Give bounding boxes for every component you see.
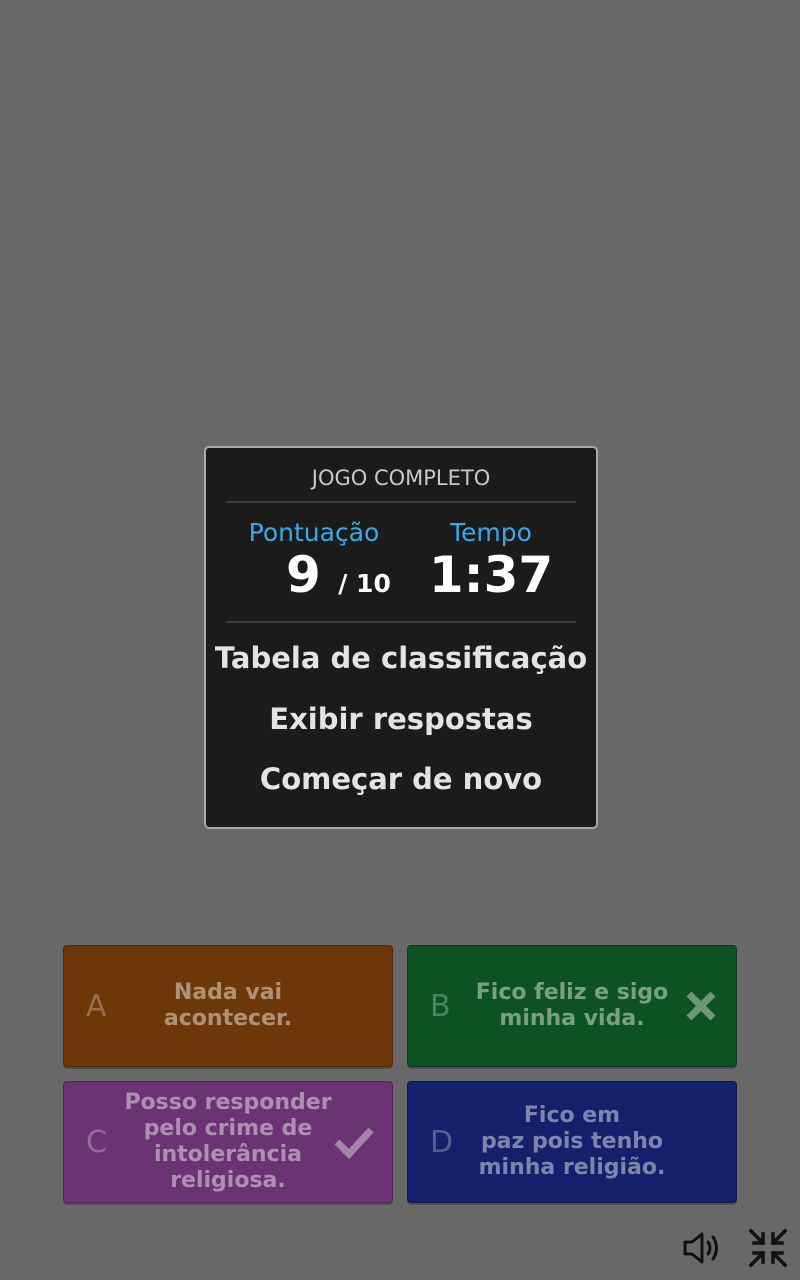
speaker-icon[interactable] (681, 1228, 723, 1268)
answer-a-button[interactable]: A Nada vai acontecer. (63, 945, 393, 1067)
restart-link[interactable]: Começar de novo (206, 762, 596, 796)
collapse-fullscreen-icon[interactable] (748, 1228, 788, 1268)
time-label: Tempo (450, 518, 532, 547)
time-value: 1:37 (428, 546, 554, 604)
show-answers-link[interactable]: Exibir respostas (206, 702, 596, 736)
game-complete-dialog: JOGO COMPLETO Pontuação Tempo 9 / 10 1:3… (204, 446, 598, 829)
score-number: 9 (286, 546, 321, 604)
score-value: 9 / 10 (286, 546, 391, 604)
correct-check-icon (334, 1082, 374, 1202)
answer-text: Posso responder pelo crime de intolerânc… (124, 1090, 332, 1193)
answer-text: Nada vai acontecer. (163, 980, 293, 1031)
answer-text: Fico em paz pois tenho minha religião. (478, 1103, 666, 1180)
answer-d-button[interactable]: D Fico em paz pois tenho minha religião. (407, 1081, 737, 1203)
answer-b-button[interactable]: B Fico feliz e sigo minha vida. (407, 945, 737, 1067)
dialog-title: JOGO COMPLETO (311, 466, 491, 490)
score-total: / 10 (338, 569, 391, 598)
divider (226, 501, 576, 503)
wrong-cross-icon (684, 946, 718, 1066)
answer-letter: B (430, 988, 451, 1024)
divider (226, 621, 576, 623)
answer-letter: D (430, 1124, 454, 1160)
answer-letter: C (86, 1124, 107, 1160)
leaderboard-link[interactable]: Tabela de classificação (206, 641, 596, 675)
answer-letter: A (86, 988, 107, 1024)
score-label: Pontuação (248, 518, 380, 547)
answer-c-button[interactable]: C Posso responder pelo crime de intolerâ… (63, 1081, 393, 1203)
answer-text: Fico feliz e sigo minha vida. (475, 980, 669, 1031)
